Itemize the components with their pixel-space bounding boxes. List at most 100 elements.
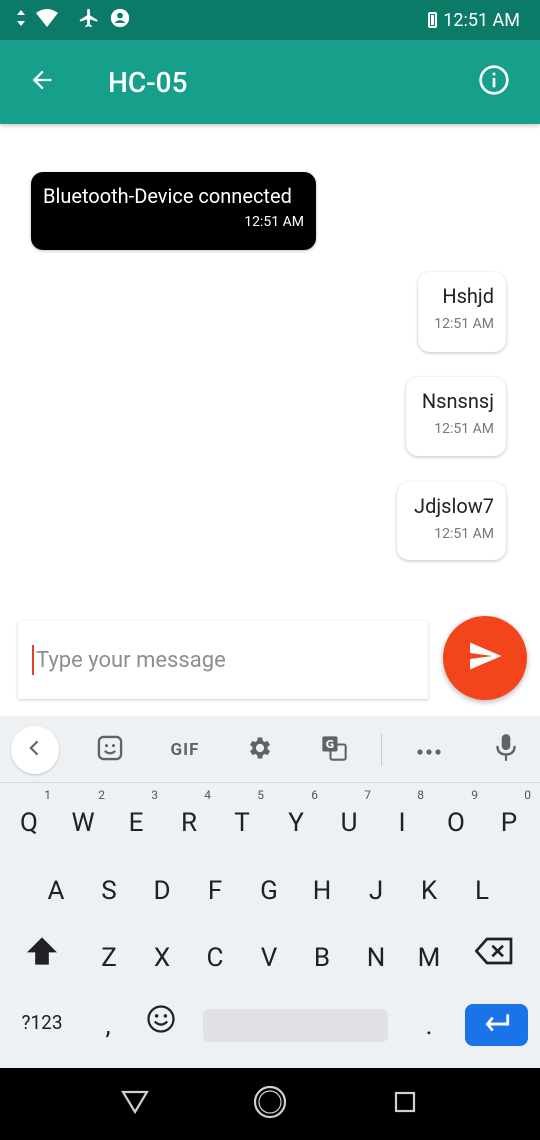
back-chevron-icon (25, 738, 45, 762)
backspace-icon (474, 937, 515, 973)
mic-button[interactable] (482, 726, 530, 774)
key-hint: 0 (524, 788, 531, 802)
key-label: U (340, 808, 358, 838)
back-button[interactable] (12, 52, 72, 112)
message-input-placeholder: Type your message (36, 647, 226, 673)
key-d[interactable]: D (142, 867, 182, 915)
key-m[interactable]: M (409, 934, 449, 982)
key-n[interactable]: N (356, 934, 396, 982)
key-x[interactable]: X (142, 934, 182, 982)
text-cursor (32, 645, 34, 675)
sent-message-bubble: Hshjd 12:51 AM (418, 272, 506, 352)
translate-icon: G (320, 734, 348, 766)
key-label: P (500, 808, 518, 838)
message-text: Jdjslow7 (414, 494, 494, 518)
message-text: Hshjd (442, 284, 494, 308)
shift-key[interactable] (22, 934, 62, 982)
send-button[interactable] (443, 616, 527, 700)
key-q[interactable]: Q1 (9, 789, 51, 847)
message-text: Nsnsnsj (421, 389, 494, 413)
key-o[interactable]: O9 (436, 789, 478, 847)
key-label: O (447, 808, 465, 838)
keyboard-divider (0, 782, 540, 783)
key-u[interactable]: U7 (329, 789, 371, 847)
key-h[interactable]: H (302, 867, 342, 915)
key-c[interactable]: C (195, 934, 235, 982)
key-label: T (234, 808, 250, 838)
key-v[interactable]: V (249, 934, 289, 982)
mic-icon (493, 733, 519, 767)
svg-text:G: G (326, 739, 335, 751)
symbols-key[interactable]: ?123 (14, 999, 70, 1047)
message-time: 12:51 AM (244, 214, 304, 230)
navigation-bar (0, 1068, 540, 1140)
comma-key[interactable]: , (88, 1002, 128, 1050)
key-label: Y (288, 808, 304, 838)
enter-key[interactable] (465, 1004, 528, 1046)
nav-back-button[interactable] (115, 1084, 155, 1124)
key-hint: 3 (151, 788, 158, 802)
key-label: E (128, 808, 144, 838)
battery-icon (428, 12, 438, 28)
space-key[interactable] (203, 1009, 388, 1042)
key-g[interactable]: G (249, 867, 289, 915)
key-k[interactable]: K (409, 867, 449, 915)
sent-message-bubble: Nsnsnsj 12:51 AM (406, 377, 506, 456)
enter-icon (482, 1012, 512, 1038)
key-b[interactable]: B (302, 934, 342, 982)
emoji-key[interactable] (141, 1002, 181, 1050)
key-hint: 5 (257, 788, 264, 802)
key-s[interactable]: S (89, 867, 129, 915)
key-r[interactable]: R4 (169, 789, 211, 847)
key-e[interactable]: E3 (116, 789, 158, 847)
key-label: R (180, 808, 198, 838)
emoji-icon (146, 1005, 176, 1041)
key-label: I (398, 808, 406, 838)
info-button[interactable] (464, 52, 524, 112)
key-a[interactable]: A (36, 867, 76, 915)
gif-button[interactable]: GIF (160, 726, 210, 774)
key-l[interactable]: L (462, 867, 502, 915)
key-p[interactable]: P0 (489, 789, 531, 847)
key-hint: 8 (417, 788, 424, 802)
soft-keyboard: GIF G Q1 W2 E3 R4 T5 Y6 U7 I8 O 9 P 0 A … (0, 716, 540, 1068)
message-time: 12:51 AM (434, 526, 494, 542)
keyboard-back-button[interactable] (11, 726, 59, 774)
key-hint: 1 (44, 788, 51, 802)
shift-icon (25, 937, 59, 973)
key-j[interactable]: J (356, 867, 396, 915)
translate-button[interactable]: G (310, 726, 358, 774)
message-text: Bluetooth-Device connected (43, 184, 292, 208)
key-f[interactable]: F (195, 867, 235, 915)
sent-message-bubble: Jdjslow7 12:51 AM (397, 482, 506, 560)
message-time: 12:51 AM (434, 316, 494, 332)
send-icon (467, 638, 503, 678)
nav-recents-icon (394, 1091, 416, 1117)
more-button[interactable] (405, 726, 453, 774)
toolbar-divider (381, 734, 382, 766)
period-key[interactable]: . (409, 1002, 449, 1050)
arrow-back-icon (28, 66, 56, 98)
backspace-key[interactable] (470, 934, 520, 982)
status-time: 12:51 AM (443, 9, 520, 31)
nav-home-button[interactable] (250, 1084, 290, 1124)
key-y[interactable]: Y6 (276, 789, 318, 847)
message-input[interactable]: Type your message (18, 621, 428, 699)
key-w[interactable]: W2 (63, 789, 105, 847)
sticker-button[interactable] (86, 726, 134, 774)
gif-label: GIF (170, 740, 200, 760)
status-icons-right: 12:51 AM (428, 10, 520, 31)
key-hint: 9 (471, 788, 478, 802)
key-i[interactable]: I8 (382, 789, 424, 847)
airplane-icon (78, 7, 100, 33)
nav-recents-button[interactable] (385, 1084, 425, 1124)
key-t[interactable]: T5 (222, 789, 264, 847)
account-circle-icon (110, 8, 130, 32)
message-time: 12:51 AM (434, 421, 494, 437)
app-bar: HC-05 (0, 40, 540, 124)
settings-button[interactable] (236, 726, 284, 774)
sticker-icon (96, 734, 124, 766)
key-z[interactable]: Z (89, 934, 129, 982)
data-arrows-icon (16, 10, 26, 30)
status-icons-left (16, 7, 130, 33)
